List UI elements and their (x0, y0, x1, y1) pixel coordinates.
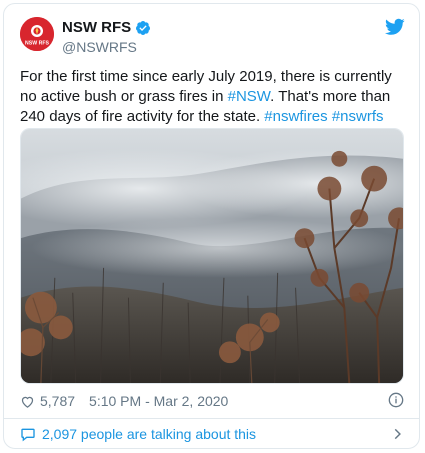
tweet-meta: 5,787 5:10 PM - Mar 2, 2020 (20, 391, 404, 411)
avatar[interactable]: NSW RFS (20, 17, 54, 51)
misty-burnt-forest-image (21, 129, 403, 383)
hashtag-nswrfs-link[interactable]: #nswrfs (332, 108, 384, 125)
avatar-text: NSW RFS (25, 41, 49, 47)
rfs-logo-icon: NSW RFS (20, 17, 54, 51)
author-name-row[interactable]: NSW RFS (62, 19, 151, 36)
conversation-label[interactable]: 2,097 people are talking about this (42, 426, 256, 442)
divider (4, 418, 419, 419)
speech-bubble-icon (21, 428, 35, 442)
conversation-link[interactable]: 2,097 people are talking about this (20, 421, 404, 447)
author-handle[interactable]: @NSWRFS (62, 39, 137, 55)
like-count[interactable]: 5,787 (40, 393, 75, 409)
twitter-bird-icon[interactable] (385, 18, 405, 36)
heart-icon[interactable] (20, 394, 35, 409)
verified-badge-icon (136, 20, 151, 35)
tweet-card[interactable]: NSW RFS NSW RFS @NSWRFS For the first ti… (3, 3, 420, 449)
timestamp[interactable]: 5:10 PM - Mar 2, 2020 (89, 393, 228, 409)
hashtag-nswfires-link[interactable]: #nswfires (264, 108, 327, 125)
tweet-text: For the first time since early July 2019… (20, 67, 408, 127)
author-name[interactable]: NSW RFS (62, 19, 131, 36)
info-icon[interactable] (388, 392, 404, 408)
chevron-right-icon (394, 428, 401, 440)
hashtag-nsw-link[interactable]: #NSW (228, 88, 271, 105)
tweet-photo[interactable] (20, 128, 404, 384)
